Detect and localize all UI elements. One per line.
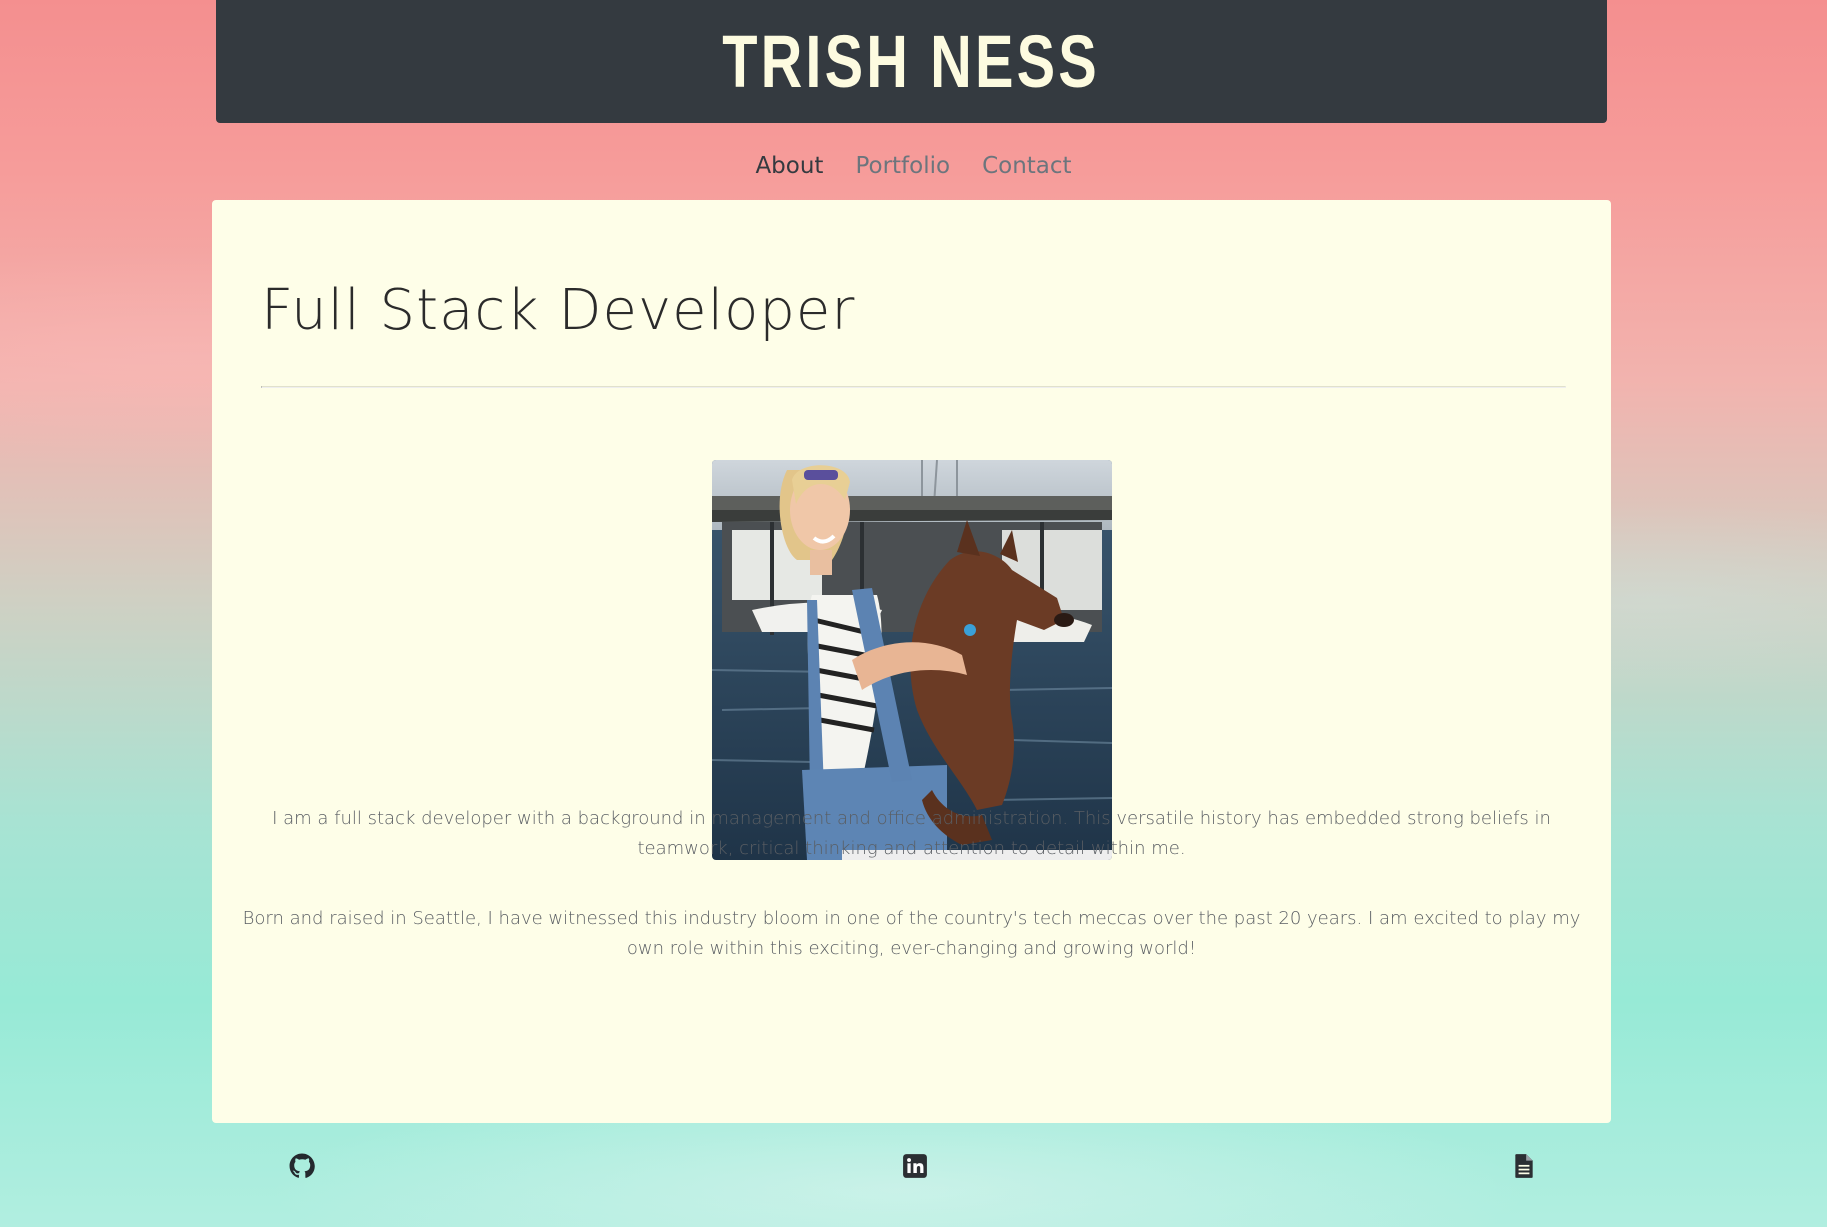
page-heading: Full Stack Developer bbox=[261, 278, 856, 343]
bio-paragraph-2: Born and raised in Seattle, I have witne… bbox=[242, 908, 1581, 959]
site-header: TRISH NESS bbox=[216, 0, 1607, 123]
nav-about[interactable]: About bbox=[755, 148, 823, 188]
site-title: TRISH NESS bbox=[722, 19, 1101, 103]
main-nav: About Portfolio Contact bbox=[0, 148, 1827, 188]
bio-paragraph-1: I am a full stack developer with a backg… bbox=[272, 808, 1551, 859]
nav-portfolio[interactable]: Portfolio bbox=[855, 148, 950, 188]
github-icon[interactable] bbox=[289, 1153, 315, 1179]
resume-document-icon[interactable] bbox=[1511, 1153, 1537, 1179]
about-card: Full Stack Developer I am a full stack d… bbox=[212, 200, 1611, 1123]
nav-contact[interactable]: Contact bbox=[982, 148, 1071, 188]
linkedin-icon[interactable] bbox=[902, 1153, 928, 1179]
heading-divider bbox=[261, 386, 1566, 388]
profile-photo bbox=[712, 460, 1112, 860]
